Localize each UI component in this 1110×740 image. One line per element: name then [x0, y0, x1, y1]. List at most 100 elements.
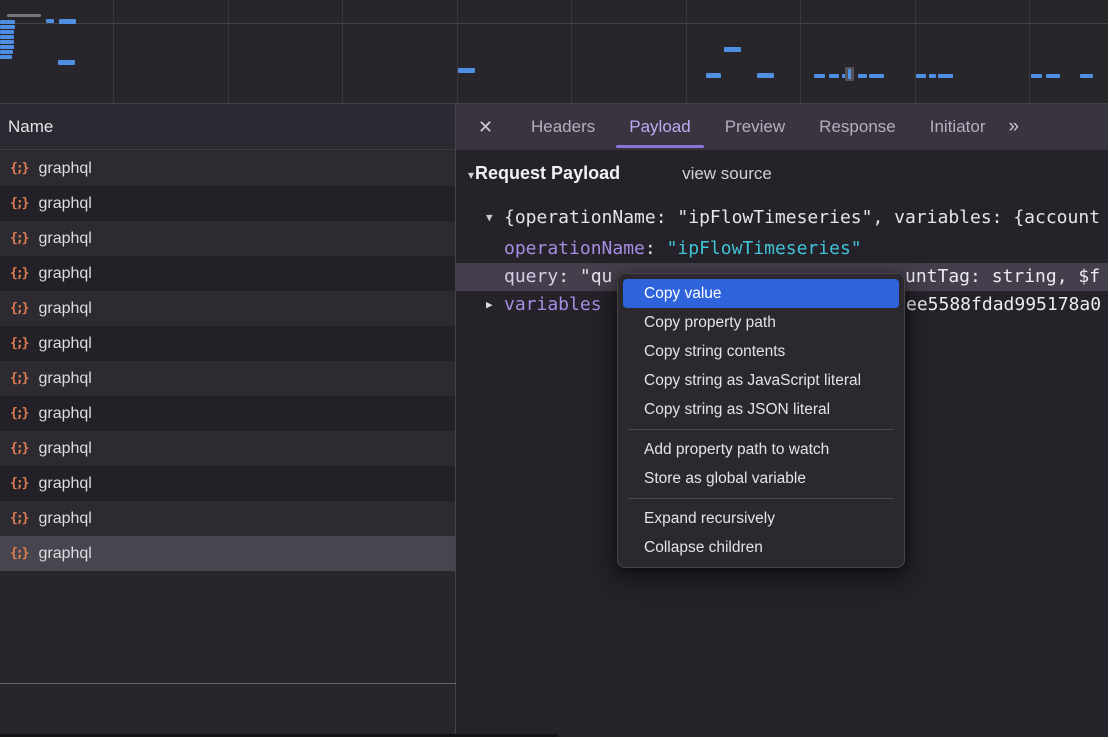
- overview-gridline-horizontal: [0, 23, 1108, 24]
- overview-gridline-vertical: [457, 0, 458, 103]
- network-request-row[interactable]: {;}graphql: [0, 501, 455, 536]
- json-braces-icon: {;}: [10, 196, 29, 211]
- view-source-link[interactable]: view source: [682, 164, 772, 184]
- request-name-label: graphql: [38, 265, 91, 283]
- request-name-label: graphql: [38, 300, 91, 318]
- name-column-header[interactable]: Name: [0, 104, 455, 150]
- waterfall-bar: [0, 40, 14, 44]
- overview-gridline-vertical: [342, 0, 343, 103]
- details-tab-bar: ✕ HeadersPayloadPreviewResponseInitiator…: [456, 104, 1108, 150]
- tab-payload[interactable]: Payload: [612, 104, 707, 150]
- close-icon[interactable]: ✕: [470, 117, 514, 138]
- waterfall-bar: [869, 74, 884, 78]
- waterfall-bar: [0, 30, 14, 34]
- menu-separator: [628, 429, 894, 430]
- query-text-right-fragment: untTag: string, $f: [905, 263, 1100, 291]
- network-request-row[interactable]: {;}graphql: [0, 466, 455, 501]
- network-request-row[interactable]: {;} graphql: [0, 361, 455, 396]
- waterfall-bar: [59, 19, 76, 24]
- menu-item-expand-recursively[interactable]: Expand recursively: [623, 504, 899, 533]
- network-request-row[interactable]: {;}graphql: [0, 536, 455, 571]
- waterfall-bar: [0, 20, 15, 24]
- waterfall-bar: [858, 74, 867, 78]
- request-name-label: graphql: [38, 230, 91, 248]
- variables-text-right-fragment: ee5588fdad995178a0: [906, 291, 1101, 319]
- variables-text: variables: [504, 291, 602, 319]
- menu-separator: [628, 498, 894, 499]
- network-request-row[interactable]: {;} graphql: [0, 256, 455, 291]
- network-request-row[interactable]: {;}graphql: [0, 431, 455, 466]
- overview-gridline-vertical: [571, 0, 572, 103]
- waterfall-bar: [706, 73, 721, 78]
- waterfall-bar: [916, 74, 926, 78]
- menu-item-copy-string-as-javascript-literal[interactable]: Copy string as JavaScript literal: [623, 366, 899, 395]
- waterfall-bar: [829, 74, 839, 78]
- waterfall-bar: [814, 74, 825, 78]
- json-braces-icon: {;}: [10, 441, 29, 456]
- menu-item-add-property-path-to-watch[interactable]: Add property path to watch: [623, 435, 899, 464]
- waterfall-bar: [7, 14, 41, 17]
- expand-arrow-open-icon[interactable]: ▼: [486, 204, 493, 232]
- network-request-row[interactable]: {;}graphql: [0, 151, 455, 186]
- tab-headers[interactable]: Headers: [514, 104, 612, 150]
- waterfall-bar: [0, 25, 15, 29]
- expand-arrow-closed-icon[interactable]: ▶: [486, 291, 493, 319]
- network-overview-waterfall[interactable]: [0, 0, 1108, 104]
- overview-gridline-vertical: [113, 0, 114, 103]
- menu-item-copy-property-path[interactable]: Copy property path: [623, 308, 899, 337]
- name-column-label: Name: [8, 117, 53, 136]
- json-braces-icon: {;}: [10, 371, 29, 386]
- request-name-label: graphql: [38, 510, 91, 528]
- network-request-row[interactable]: {;} graphql: [0, 221, 455, 256]
- waterfall-bar: [724, 47, 741, 52]
- json-braces-icon: {;}: [10, 406, 29, 421]
- payload-object-preview-row[interactable]: ▼ {operationName: "ipFlowTimeseries", va…: [456, 204, 1108, 232]
- waterfall-bar: [46, 19, 54, 23]
- waterfall-bar: [0, 35, 14, 39]
- waterfall-bar: [1031, 74, 1042, 78]
- overview-gridline-vertical: [686, 0, 687, 103]
- overview-gridline-vertical: [800, 0, 801, 103]
- json-braces-icon: {;}: [10, 266, 29, 281]
- overview-gridline-vertical: [228, 0, 229, 103]
- menu-item-store-as-global-variable[interactable]: Store as global variable: [623, 464, 899, 493]
- query-text-left: query: "qu: [504, 263, 612, 291]
- tab-initiator[interactable]: Initiator: [913, 104, 1003, 150]
- network-request-row[interactable]: {;}graphql: [0, 326, 455, 361]
- operationname-text: operationName: "ipFlowTimeseries": [504, 235, 862, 263]
- request-name-label: graphql: [38, 405, 91, 423]
- request-list: {;} graphql {;} graphql {;} graphql {;} graphql…: [0, 151, 455, 571]
- json-braces-icon: {;}: [10, 546, 29, 561]
- section-title: Request Payload: [475, 163, 620, 184]
- waterfall-bar: [58, 60, 75, 65]
- payload-property-operationname[interactable]: operationName: "ipFlowTimeseries": [456, 235, 1108, 263]
- property-key: variables: [504, 294, 602, 315]
- section-disclosure-icon[interactable]: ▾: [468, 168, 474, 182]
- waterfall-bar: [1046, 74, 1060, 78]
- waterfall-marker-bar: [848, 69, 851, 79]
- menu-item-copy-string-as-json-literal[interactable]: Copy string as JSON literal: [623, 395, 899, 424]
- menu-item-copy-value[interactable]: Copy value: [623, 279, 899, 308]
- network-request-row[interactable]: {;} graphql: [0, 291, 455, 326]
- context-menu: Copy valueCopy property pathCopy string …: [617, 273, 905, 568]
- request-name-label: graphql: [38, 370, 91, 388]
- waterfall-selected-marker: [845, 67, 854, 81]
- menu-item-collapse-children[interactable]: Collapse children: [623, 533, 899, 562]
- waterfall-bar: [1080, 74, 1093, 78]
- menu-item-copy-string-contents[interactable]: Copy string contents: [623, 337, 899, 366]
- waterfall-bar: [0, 50, 13, 54]
- request-payload-section-header[interactable]: ▾ Request Payload view source: [468, 163, 772, 184]
- network-request-row[interactable]: {;}graphql: [0, 186, 455, 221]
- payload-object-preview: {operationName: "ipFlowTimeseries", vari…: [504, 204, 1100, 232]
- tab-overflow-chevron-icon[interactable]: »: [1002, 116, 1024, 138]
- tab-response[interactable]: Response: [802, 104, 913, 150]
- waterfall-bar: [458, 68, 475, 73]
- json-braces-icon: {;}: [10, 301, 29, 316]
- tab-preview[interactable]: Preview: [708, 104, 802, 150]
- waterfall-bar: [929, 74, 936, 78]
- json-braces-icon: {;}: [10, 476, 29, 491]
- network-request-row[interactable]: {;} graphql: [0, 396, 455, 431]
- json-braces-icon: {;}: [10, 231, 29, 246]
- waterfall-bar: [0, 55, 12, 59]
- overview-gridline-vertical: [915, 0, 916, 103]
